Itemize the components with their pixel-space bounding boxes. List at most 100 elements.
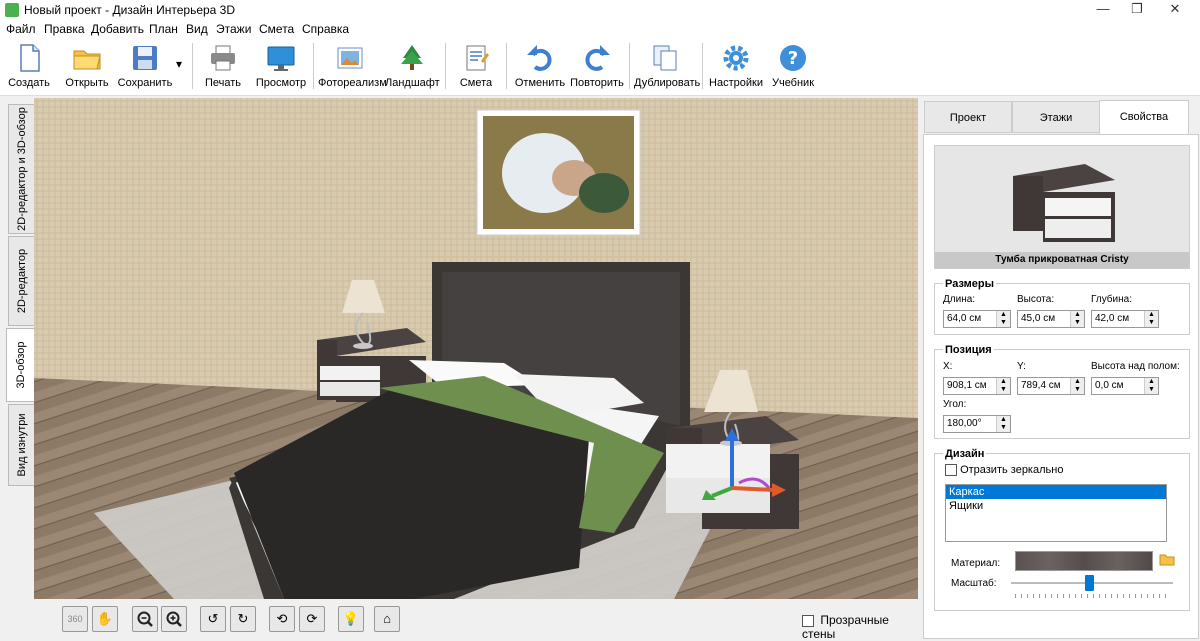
rotate-left-button[interactable]: ↺	[200, 606, 226, 632]
menu-estimate[interactable]: Смета	[259, 22, 294, 36]
save-dropdown-button[interactable]: ▾	[173, 57, 185, 77]
position-title: Позиция	[943, 344, 994, 356]
rotate-right-icon: ↻	[237, 611, 249, 626]
transparent-walls-toggle[interactable]: Прозрачные стены	[802, 613, 918, 641]
rotate-right-button[interactable]: ↻	[230, 606, 256, 632]
duplicate-label: Дублировать	[634, 77, 701, 89]
tilt-down-button[interactable]: ⟳	[299, 606, 325, 632]
angle-label: Угол:	[943, 399, 967, 410]
chevron-down-icon: ▾	[175, 57, 183, 71]
spin-arrows-icon[interactable]: ▲ ▼	[1070, 311, 1084, 327]
estimate-icon	[466, 45, 489, 71]
spin-arrows-icon[interactable]: ▲ ▼	[996, 416, 1010, 432]
menu-plan[interactable]: План	[149, 22, 178, 36]
spin-arrows-icon[interactable]: ▲ ▼	[996, 311, 1010, 327]
maximize-button[interactable]: ❐	[1120, 0, 1154, 20]
tutorial-button[interactable]: ? Учебник	[768, 41, 818, 93]
menu-view[interactable]: Вид	[186, 22, 208, 36]
menu-add[interactable]: Добавить	[91, 22, 144, 36]
tab-floors[interactable]: Этажи	[1012, 101, 1100, 133]
scale-slider-thumb[interactable]	[1084, 575, 1094, 591]
object-name: Тумба прикроватная Cristy	[935, 252, 1189, 268]
mirror-toggle[interactable]: Отразить зеркально	[945, 464, 1064, 477]
duplicate-button[interactable]: Дублировать	[634, 41, 701, 93]
zoom-out-button[interactable]	[132, 606, 158, 632]
menu-edit[interactable]: Правка	[44, 22, 85, 36]
app-icon	[5, 3, 19, 17]
x-value: 908,1 см	[947, 380, 987, 391]
depth-stepper[interactable]: 42,0 см ▲ ▼	[1091, 310, 1159, 328]
tree-icon	[401, 45, 423, 70]
length-stepper[interactable]: 64,0 см ▲ ▼	[943, 310, 1011, 328]
landscape-label: Ландшафт	[385, 77, 440, 89]
settings-button[interactable]: Настройки	[707, 41, 765, 93]
create-button[interactable]: Создать	[4, 41, 54, 93]
spin-arrows-icon[interactable]: ▲ ▼	[1144, 378, 1158, 394]
transparent-walls-label: Прозрачные стены	[802, 613, 889, 641]
redo-button[interactable]: Повторить	[570, 41, 624, 93]
angle-stepper[interactable]: 180,00° ▲ ▼	[943, 415, 1011, 433]
transparent-walls-checkbox[interactable]	[802, 614, 814, 627]
height-stepper[interactable]: 45,0 см ▲ ▼	[1017, 310, 1085, 328]
close-button[interactable]: ✕	[1158, 0, 1192, 20]
3d-viewport[interactable]	[34, 98, 918, 599]
create-label: Создать	[8, 77, 50, 89]
redo-label: Повторить	[570, 77, 624, 89]
floor-height-label: Высота над полом:	[1091, 361, 1180, 372]
home-view-button[interactable]: ⌂	[374, 606, 400, 632]
folder-icon[interactable]	[1159, 552, 1175, 566]
tab-3d-view[interactable]: 3D-обзор	[6, 328, 34, 402]
floor-height-stepper[interactable]: 0,0 см ▲ ▼	[1091, 377, 1159, 395]
spin-arrows-icon[interactable]: ▲ ▼	[1070, 378, 1084, 394]
x-stepper[interactable]: 908,1 см ▲ ▼	[943, 377, 1011, 395]
design-group: Дизайн Отразить зеркально Каркас Ящики М…	[934, 448, 1190, 611]
toolbar-separator	[506, 43, 507, 89]
tab-2d-and-3d[interactable]: 2D-редактор и 3D-обзор	[8, 104, 34, 234]
landscape-button[interactable]: Ландшафт	[385, 41, 440, 93]
duplicate-icon	[653, 45, 677, 71]
parts-list[interactable]: Каркас Ящики	[945, 484, 1167, 542]
tutorial-label: Учебник	[771, 77, 815, 89]
spin-arrows-icon[interactable]: ▲ ▼	[1144, 311, 1158, 327]
zoom-in-button[interactable]	[161, 606, 187, 632]
help-icon: ?	[780, 45, 806, 71]
preview-button[interactable]: Просмотр	[254, 41, 308, 93]
tab-project[interactable]: Проект	[924, 101, 1012, 133]
sizes-group: Размеры Длина: 64,0 см ▲ ▼ Высота: 45,0 см…	[934, 278, 1190, 335]
rotate-left-icon: ↺	[207, 611, 219, 626]
menu-floors[interactable]: Этажи	[216, 22, 251, 36]
list-item[interactable]: Каркас	[946, 485, 1166, 499]
open-button[interactable]: Открыть	[60, 41, 114, 93]
pan-button[interactable]: ✋	[92, 606, 118, 632]
undo-label: Отменить	[514, 77, 566, 89]
spin-arrows-icon[interactable]: ▲ ▼	[996, 378, 1010, 394]
mirror-checkbox[interactable]	[945, 464, 957, 477]
y-stepper[interactable]: 789,4 см ▲ ▼	[1017, 377, 1085, 395]
viewport-toolbar: 360 ✋ ↺ ↻ ⟲ ⟳ 💡 ⌂ Прозрачные стены	[34, 599, 918, 641]
list-item[interactable]: Ящики	[946, 499, 1166, 513]
zoom-out-icon	[137, 611, 153, 627]
svg-text:?: ?	[788, 48, 798, 69]
tab-inside-view[interactable]: Вид изнутри	[8, 404, 34, 486]
gear-icon	[723, 45, 749, 71]
room-scene	[34, 98, 918, 599]
lighting-button[interactable]: 💡	[338, 606, 364, 632]
tilt-up-button[interactable]: ⟲	[269, 606, 295, 632]
mirror-label: Отразить зеркально	[960, 464, 1064, 476]
print-label: Печать	[204, 77, 242, 89]
hand-icon: ✋	[96, 611, 114, 626]
estimate-button[interactable]: Смета	[452, 41, 500, 93]
print-button[interactable]: Печать	[199, 41, 247, 93]
photorealism-button[interactable]: Фотореализм	[318, 41, 387, 93]
material-swatch[interactable]	[1015, 551, 1153, 571]
home-icon: ⌂	[383, 611, 391, 626]
minimize-button[interactable]: —	[1086, 0, 1120, 20]
toolbar-separator	[629, 43, 630, 89]
menu-help[interactable]: Справка	[302, 22, 349, 36]
menu-file[interactable]: Файл	[6, 22, 36, 36]
undo-button[interactable]: Отменить	[513, 41, 567, 93]
save-button[interactable]: Сохранить	[116, 41, 174, 93]
tab-properties[interactable]: Свойства	[1099, 100, 1189, 134]
rotate-360-button[interactable]: 360	[62, 606, 88, 632]
tab-2d-editor[interactable]: 2D-редактор	[8, 236, 34, 326]
